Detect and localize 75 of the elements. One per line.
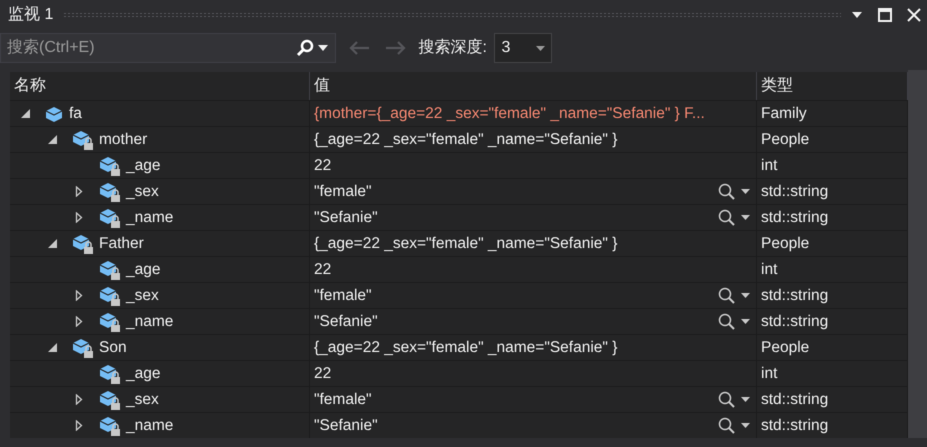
type-name: Family: [761, 104, 807, 124]
type-name: People: [761, 234, 810, 254]
dropdown-icon[interactable]: [851, 11, 863, 19]
search-box[interactable]: 搜索(Ctrl+E): [0, 33, 336, 63]
type-name: People: [761, 130, 810, 150]
search-depth-dropdown[interactable]: 3: [494, 33, 552, 63]
caret-icon[interactable]: [536, 46, 546, 50]
magnifier-icon[interactable]: [718, 313, 735, 330]
variable-name: _sex: [126, 390, 159, 410]
magnifier-icon[interactable]: [718, 391, 735, 408]
type-name: std::string: [761, 182, 828, 202]
variable-name: _name: [126, 416, 174, 436]
type-name: std::string: [761, 312, 828, 332]
type-name: People: [761, 338, 810, 358]
variable-value: "female": [314, 286, 373, 306]
variable-value: {_age=22 _sex="female" _name="Sefanie" }: [314, 338, 618, 358]
magnifier-icon[interactable]: [718, 417, 735, 434]
caret-icon[interactable]: [318, 45, 328, 51]
search-icon[interactable]: [296, 39, 314, 57]
variable-name: _sex: [126, 182, 159, 202]
variable-name: mother: [99, 130, 148, 150]
expand-arrow-icon[interactable]: [75, 316, 83, 327]
variable-value: {_age=22 _sex="female" _name="Sefanie" }: [314, 130, 618, 150]
search-field[interactable]: 搜索(Ctrl+E): [1, 36, 296, 60]
caret-icon[interactable]: [741, 319, 750, 324]
variable-name: fa: [69, 104, 82, 124]
magnifier-icon[interactable]: [718, 183, 735, 200]
expand-arrow-icon[interactable]: [75, 394, 83, 405]
variable-value: "Sefanie": [314, 312, 379, 332]
collapse-arrow-icon[interactable]: [20, 108, 30, 119]
variable-value: "female": [314, 390, 373, 410]
variable-value: "female": [314, 182, 373, 202]
expand-arrow-icon[interactable]: [75, 212, 83, 223]
variable-name: _name: [126, 312, 174, 332]
type-name: std::string: [761, 286, 828, 306]
expand-arrow-icon[interactable]: [75, 420, 83, 431]
variable-name: _name: [126, 208, 174, 228]
close-icon[interactable]: [907, 8, 921, 22]
column-header[interactable]: 值: [310, 72, 757, 100]
variable-value: 22: [314, 364, 332, 384]
window-title: 监视 1: [8, 4, 54, 25]
variable-name: _sex: [126, 286, 159, 306]
type-name: int: [761, 156, 778, 176]
expand-arrow-icon[interactable]: [75, 290, 83, 301]
variable-value: {mother={_age=22 _sex="female" _name="Sefanie" } F...: [314, 104, 706, 124]
variable-value: 22: [314, 156, 332, 176]
type-name: std::string: [761, 208, 828, 228]
type-name: int: [761, 364, 778, 384]
variable-value: "Sefanie": [314, 208, 379, 228]
variable-value: 22: [314, 260, 332, 280]
search-depth-label: 搜索深度:: [418, 38, 487, 58]
caret-icon[interactable]: [741, 423, 750, 428]
scrollbar[interactable]: [908, 70, 927, 438]
caret-icon[interactable]: [741, 293, 750, 298]
variable-name: _age: [126, 364, 160, 384]
type-name: int: [761, 260, 778, 280]
caret-icon[interactable]: [741, 189, 750, 194]
collapse-arrow-icon[interactable]: [46, 342, 58, 353]
type-name: std::string: [761, 416, 828, 436]
variable-value: "Sefanie": [314, 416, 379, 436]
caret-icon[interactable]: [741, 215, 750, 220]
variable-name: _age: [126, 156, 160, 176]
column-header[interactable]: 名称: [10, 72, 310, 100]
magnifier-icon[interactable]: [718, 209, 735, 226]
variable-name: Father: [99, 234, 144, 254]
collapse-arrow-icon[interactable]: [46, 238, 58, 249]
magnifier-icon[interactable]: [718, 287, 735, 304]
caret-icon[interactable]: [741, 397, 750, 402]
variable-name: Son: [99, 338, 127, 358]
expand-arrow-icon[interactable]: [75, 186, 83, 197]
variable-value: {_age=22 _sex="female" _name="Sefanie" }: [314, 234, 618, 254]
type-name: std::string: [761, 390, 828, 410]
variable-name: _age: [126, 260, 160, 280]
collapse-arrow-icon[interactable]: [46, 134, 58, 145]
maximize-icon[interactable]: [878, 8, 892, 22]
